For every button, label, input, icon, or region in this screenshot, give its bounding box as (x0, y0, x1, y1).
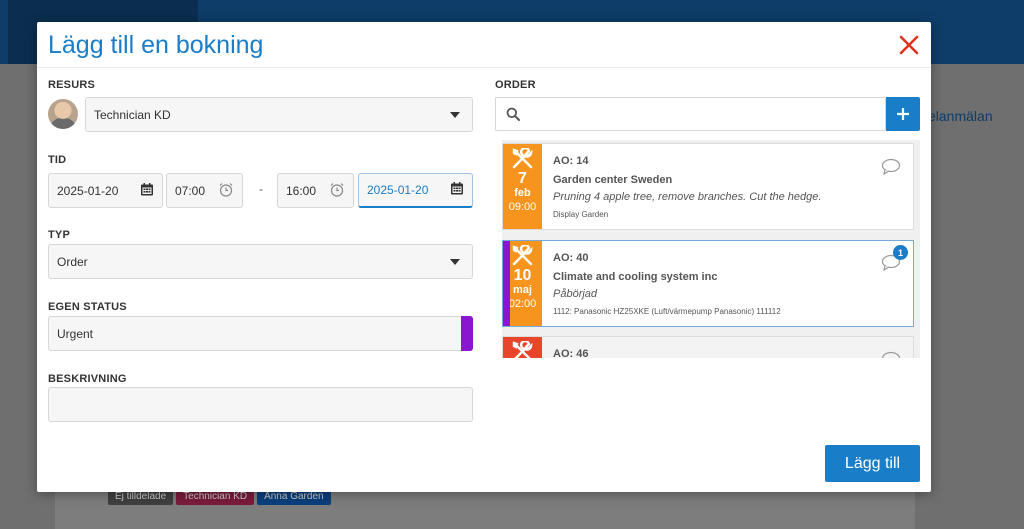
tools-icon (512, 148, 533, 169)
status-value: Urgent (57, 326, 94, 341)
time-label: TID (48, 154, 67, 166)
chevron-down-icon (450, 258, 460, 265)
order-number: AO: 40 (553, 252, 589, 264)
end-date-value: 2025-01-20 (367, 183, 429, 197)
order-card[interactable]: 7 feb 09:00 AO: 14 Garden center Sweden … (502, 143, 914, 230)
status-select[interactable]: Urgent (48, 316, 473, 351)
type-label: TYP (48, 229, 70, 241)
order-status-text: Påbörjad (553, 288, 598, 300)
order-customer: Climate and cooling system inc (553, 271, 718, 283)
order-number: AO: 14 (553, 155, 589, 167)
order-card-selected[interactable]: 10 maj 02:00 AO: 40 Climate and cooling … (502, 240, 914, 327)
calendar-icon[interactable] (450, 182, 464, 199)
order-month: feb (514, 187, 531, 199)
plus-icon (897, 108, 909, 120)
end-date-field[interactable]: 2025-01-20 (358, 173, 473, 208)
resource-value: Technician KD (94, 107, 171, 122)
end-time-field[interactable]: 16:00 (277, 173, 354, 208)
type-select[interactable]: Order (48, 244, 473, 279)
resource-label: RESURS (48, 79, 96, 91)
search-icon (506, 107, 520, 126)
comment-icon[interactable] (881, 351, 901, 358)
order-date-badge (503, 337, 542, 358)
order-label: ORDER (495, 79, 536, 91)
order-card[interactable]: AO: 46 (502, 336, 914, 358)
avatar (48, 99, 78, 129)
comment-icon[interactable] (881, 158, 901, 180)
status-label: EGEN STATUS (48, 301, 127, 313)
alarm-clock-icon[interactable] (218, 181, 234, 200)
type-value: Order (57, 254, 88, 269)
order-list[interactable]: 7 feb 09:00 AO: 14 Garden center Sweden … (502, 140, 920, 358)
start-date-value: 2025-01-20 (57, 183, 119, 198)
tools-icon (512, 245, 533, 266)
resource-select[interactable]: Technician KD (85, 97, 473, 132)
modal-title: Lägg till en bokning (48, 31, 264, 59)
order-date-badge: 7 feb 09:00 (503, 144, 542, 229)
comment-count-badge: 1 (893, 245, 908, 260)
description-label: BESKRIVNING (48, 373, 127, 385)
order-subtitle: Display Garden (553, 210, 609, 219)
add-booking-modal: Lägg till en bokning RESURS Technician K… (37, 22, 931, 492)
order-time: 09:00 (508, 201, 537, 213)
time-range-dash: - (259, 182, 263, 196)
add-booking-button[interactable]: Lägg till (825, 445, 920, 482)
order-number: AO: 46 (553, 348, 589, 358)
order-customer: Garden center Sweden (553, 174, 673, 186)
order-search-input[interactable] (495, 97, 886, 131)
chevron-down-icon (450, 111, 460, 118)
order-status-strip (503, 241, 510, 326)
modal-header: Lägg till en bokning (37, 22, 931, 68)
description-input[interactable] (48, 387, 473, 422)
calendar-icon[interactable] (140, 182, 154, 199)
background-link[interactable]: elanmälan (928, 108, 993, 124)
end-time-value: 16:00 (286, 183, 317, 198)
close-icon[interactable] (897, 33, 921, 57)
order-subtitle: 1112: Panasonic HZ25XKE (Luft/värmepump … (553, 307, 781, 316)
start-time-value: 07:00 (175, 183, 206, 198)
start-date-field[interactable]: 2025-01-20 (48, 173, 163, 208)
tools-icon (512, 341, 533, 358)
order-description: Pruning 4 apple tree, remove branches. C… (553, 191, 822, 203)
add-order-button[interactable] (886, 97, 920, 131)
start-time-field[interactable]: 07:00 (166, 173, 243, 208)
alarm-clock-icon[interactable] (329, 181, 345, 200)
status-color-swatch (461, 316, 473, 351)
order-day: 7 (518, 170, 527, 187)
